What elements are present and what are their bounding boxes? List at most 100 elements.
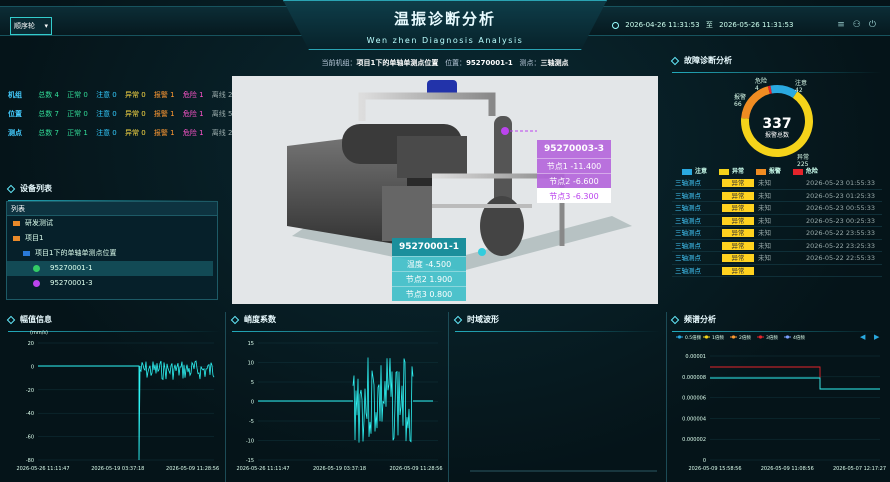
fault-row[interactable]: 三轴测点 异常 未知 2026-05-22 23:25:33 — [672, 240, 882, 252]
x-tick-label: 2026-05-07 12:17:27 — [833, 466, 886, 472]
tree-item-position[interactable]: 项目1下的单轴单测点位置 — [7, 246, 217, 261]
stat-danger: 危险 1 — [182, 91, 204, 99]
status-stats: 机组 总数 4 正常 0 注意 0 异常 0 报警 1 危险 1 离线 2 位置… — [8, 90, 238, 147]
fault-state: 未知 — [758, 241, 771, 250]
page-subtitle: Wen zhen Diagnosis Analysis — [366, 36, 524, 45]
fault-row[interactable]: 三轴测点 异常 未知 2026-05-23 01:25:33 — [672, 190, 882, 202]
legend-label: 3倍频 — [766, 334, 778, 341]
y-tick-label: -10 — [246, 439, 254, 445]
legend-danger[interactable]: 危险 — [792, 168, 818, 175]
stat-attention: 注意 0 — [96, 129, 117, 137]
prev-page-icon: ◀ — [860, 333, 866, 341]
tooltip-row: 节点1 -11.400 — [537, 158, 611, 173]
stat-alarm: 报警 1 — [153, 129, 175, 137]
status-dot-icon — [33, 279, 40, 287]
peak-title: 峭度系数 — [244, 315, 276, 324]
diamond-icon — [6, 184, 16, 193]
y-axis-unit: (mm/s) — [30, 330, 48, 336]
y-tick-label: 0.000002 — [682, 437, 706, 443]
menu-icon[interactable]: ≡ — [837, 20, 845, 30]
legend-marker — [677, 335, 682, 339]
stats-label: 机组 — [8, 91, 22, 99]
fault-state: 未知 — [758, 191, 771, 200]
legend-attention[interactable]: 注意 — [682, 168, 707, 175]
date-range[interactable]: 2026-04-26 11:31:53 至 2026-05-26 11:31:5… — [612, 20, 797, 30]
y-tick-label: 15 — [248, 341, 254, 347]
stat-alarm: 报警 1 — [153, 91, 175, 99]
x-tick-label: 2026-05-19 03:37:18 — [91, 466, 144, 472]
y-tick-label: 5 — [251, 380, 254, 386]
alarm-total-label: 报警总数 — [765, 131, 789, 139]
current-info: 当前机组：项目1下的单轴单测点位置 位置：95270001-1 测点：三轴测点 — [232, 58, 658, 68]
diamond-icon — [6, 315, 16, 324]
divider — [448, 312, 449, 482]
power-icon[interactable]: ⏻ — [869, 20, 876, 30]
fault-row[interactable]: 三轴测点 异常 未知 2026-05-22 23:55:33 — [672, 227, 882, 240]
fault-row[interactable]: 三轴测点 异常 未知 2026-05-22 22:55:33 — [672, 252, 882, 265]
fault-state: 未知 — [758, 179, 771, 187]
y-tick-label: 0 — [703, 458, 706, 464]
fault-time: 2026-05-23 00:55:33 — [806, 204, 876, 212]
tooltip-row: 温度 -4.500 — [392, 256, 466, 271]
wave-title: 时域波形 — [467, 315, 499, 324]
tooltip-row: 节点3 0.800 — [392, 286, 466, 301]
x-tick-label: 2026-05-26 11:11:47 — [16, 466, 69, 472]
fault-time: 2026-05-23 01:55:33 — [806, 179, 876, 187]
legend-label: 异常 — [731, 168, 744, 175]
fault-title: 故障诊断分析 — [684, 56, 732, 65]
legend-label: 2倍频 — [739, 334, 751, 341]
legend-swatch — [718, 168, 729, 175]
legend-label: 注意 — [695, 168, 708, 175]
divider — [225, 312, 226, 482]
fault-point: 三轴测点 — [675, 266, 701, 275]
donut-slice — [770, 85, 798, 98]
date-separator: 至 — [705, 21, 713, 29]
y-tick-label: 0 — [251, 400, 254, 406]
x-tick-label: 2026-05-26 11:11:47 — [236, 466, 289, 472]
legend-alarm[interactable]: 报警 — [755, 168, 781, 175]
stat-total: 总数 4 — [38, 91, 59, 99]
folder-icon — [13, 220, 20, 226]
stat-normal: 正常 1 — [67, 129, 88, 137]
device-list: 列表 研发测试 项目1 项目1下的单轴单测点位置 95270001-1 9527… — [6, 201, 218, 300]
diamond-icon — [230, 315, 240, 324]
legend-marker — [758, 335, 763, 339]
ring-label-attention-name: 注意 — [795, 80, 808, 87]
stat-attention: 注意 0 — [96, 110, 117, 118]
fault-status-badge: 异常 — [722, 266, 754, 275]
tree-item-point-1[interactable]: 95270001-1 — [7, 261, 213, 276]
fault-row[interactable]: 三轴测点 异常 — [672, 265, 882, 277]
legend-abnormal[interactable]: 异常 — [718, 168, 744, 175]
device-list-heading: 设备列表 — [6, 183, 218, 201]
stats-row-unit: 机组 总数 4 正常 0 注意 0 异常 0 报警 1 危险 1 离线 2 — [8, 90, 238, 109]
fault-point: 三轴测点 — [675, 216, 701, 225]
spec-chart: 0.5倍频 1倍频 2倍频 3倍频 4倍频 ◀ ▶ 0.00001 0.000008 0.0000… — [676, 333, 886, 472]
amp-title: 幅值信息 — [20, 315, 52, 324]
date-start[interactable]: 2026-04-26 11:31:53 — [625, 21, 699, 29]
spec-heading: 频谱分析 — [670, 314, 882, 332]
stat-offline: 离线 5 — [211, 110, 233, 118]
fault-table: 三轴测点 异常 未知 2026-05-23 01:55:33 三轴测点 异常 未知 2026-… — [672, 177, 882, 277]
fault-row[interactable]: 三轴测点 异常 未知 2026-05-23 00:55:33 — [672, 202, 882, 215]
diamond-icon — [670, 315, 680, 324]
tree-item-label: 项目1下的单轴单测点位置 — [35, 249, 117, 257]
stat-offline: 离线 2 — [211, 91, 233, 99]
date-end[interactable]: 2026-05-26 11:31:53 — [719, 21, 793, 29]
tree-item-dev[interactable]: 研发测试 — [7, 216, 217, 231]
legend-label: 4倍频 — [793, 334, 805, 341]
fault-row[interactable]: 三轴测点 异常 未知 2026-05-23 01:55:33 — [672, 177, 882, 190]
peak-chart: 15 10 5 0 -5 -10 -15 2026-05-26 11:11:47 2026-05… — [236, 341, 442, 472]
next-page-icon: ▶ — [874, 333, 880, 341]
divider — [666, 312, 667, 482]
fault-point: 三轴测点 — [675, 254, 701, 262]
status-dot-icon — [33, 264, 40, 272]
user-icon[interactable]: ⚇ — [853, 20, 861, 30]
tree-item-project[interactable]: 项目1 — [7, 231, 217, 246]
fault-time: 2026-05-23 01:25:33 — [806, 191, 876, 200]
legend-label: 报警 — [768, 168, 781, 175]
fault-state: 未知 — [758, 204, 771, 212]
fault-status-badge: 异常 — [722, 191, 754, 200]
tree-item-point-3[interactable]: 95270001-3 — [7, 276, 217, 291]
fault-row[interactable]: 三轴测点 异常 未知 2026-05-23 00:25:33 — [672, 215, 882, 227]
order-select[interactable]: 顺序轮 ▾ — [10, 17, 52, 35]
